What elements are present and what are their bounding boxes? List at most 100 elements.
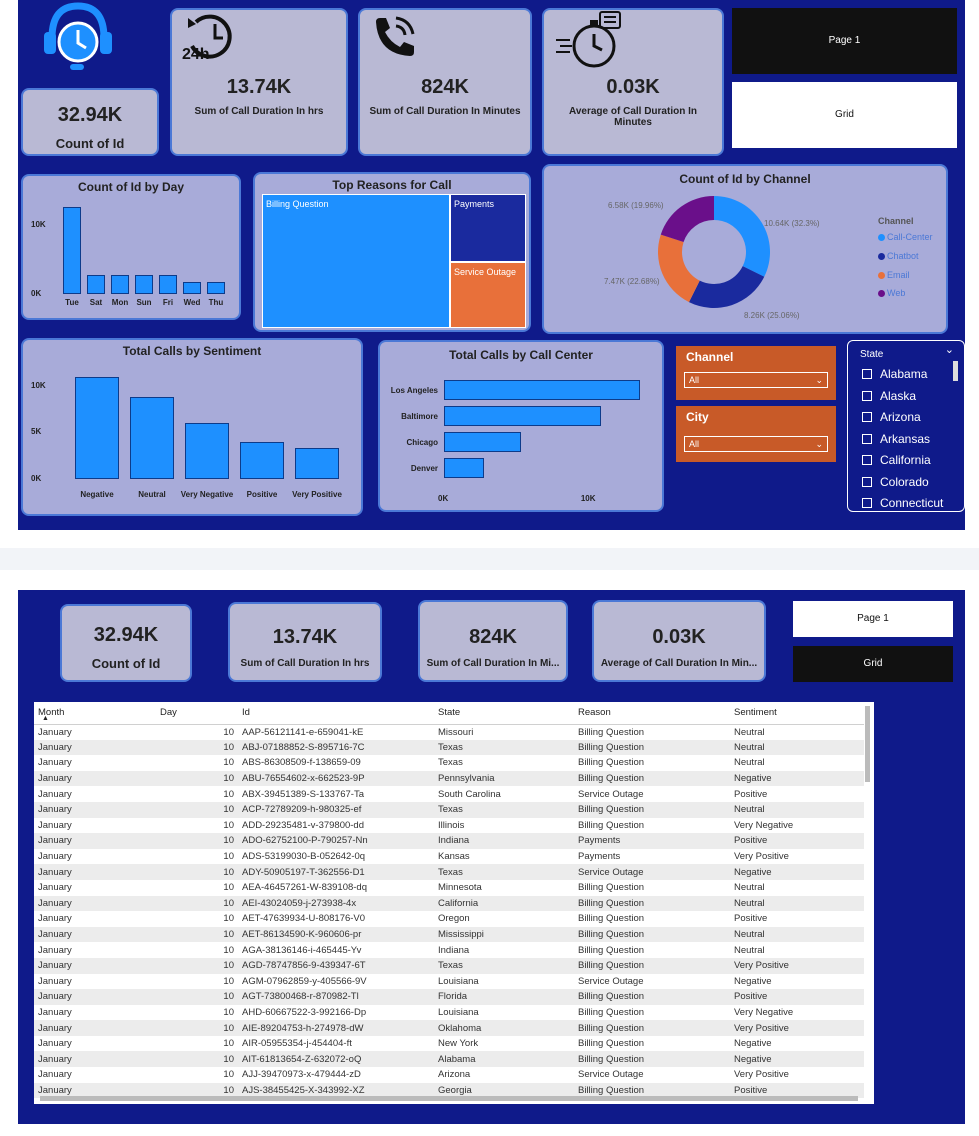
- header-label: State: [438, 707, 461, 719]
- state-item-arkansas[interactable]: Arkansas: [862, 432, 930, 446]
- donut-slice-email[interactable]: [658, 234, 700, 303]
- table-row[interactable]: January 10 ACP-72789209-h-980325-ef Texas Bi…: [34, 801, 864, 818]
- bar-negative[interactable]: [75, 376, 119, 479]
- state-item-alabama[interactable]: Alabama: [862, 367, 927, 381]
- bar-mon[interactable]: [111, 274, 129, 294]
- table-row[interactable]: January 10 AEI-43024059-j-273938-4x Califor…: [34, 895, 864, 912]
- col-header-sentiment[interactable]: Sentiment: [730, 702, 864, 725]
- legend-call-center[interactable]: Call-Center: [878, 232, 933, 242]
- bar-chicago[interactable]: [444, 432, 522, 452]
- table-row[interactable]: January 10 ADS-53199030-B-052642-0q Kansas P…: [34, 849, 864, 865]
- table-cell-day: 10: [223, 944, 234, 956]
- table-cell-state: Pennsylvania: [434, 770, 574, 787]
- table-row[interactable]: January 10 AAP-56121141-e-659041-kE Missour…: [34, 724, 864, 740]
- grid-grid-nav-button[interactable]: Grid: [793, 646, 953, 682]
- bar-fri[interactable]: [159, 275, 177, 294]
- col-header-id[interactable]: Id: [238, 702, 434, 725]
- kpi-label: Count of Id: [55, 136, 125, 151]
- table-row[interactable]: January 10 ABX-39451389-S-133767-Ta South C…: [34, 786, 864, 802]
- table-row[interactable]: January 10 ADY-50905197-T-362556-D1 Texas Se…: [34, 864, 864, 880]
- table-cell-sentiment: Very Positive: [730, 957, 864, 974]
- checkbox[interactable]: [862, 477, 872, 487]
- slicer-scrollbar[interactable]: [953, 361, 958, 381]
- col-header-day[interactable]: Day: [156, 702, 238, 725]
- table-cell-sentiment: Very Negative: [734, 1006, 794, 1018]
- legend-email[interactable]: Email: [878, 270, 910, 280]
- bar-sat[interactable]: [87, 274, 105, 294]
- table-row[interactable]: January 10 ADD-29235481-v-379800-dd Illinoi…: [34, 818, 864, 834]
- donut-slice-web[interactable]: [660, 196, 714, 243]
- treemap-billing-question[interactable]: Billing Question: [262, 194, 450, 328]
- bar-thu[interactable]: [207, 282, 225, 294]
- table-row[interactable]: January 10 AET-47639934-U-808176-V0 Oregon B…: [34, 911, 864, 927]
- legend-web[interactable]: Web: [878, 288, 905, 298]
- bar-positive[interactable]: [240, 441, 284, 479]
- table-cell-day: 10: [156, 1020, 238, 1036]
- treemap-service-outage[interactable]: Service Outage: [450, 262, 526, 328]
- checkbox[interactable]: [862, 434, 872, 444]
- table-row[interactable]: January 10 ABU-76554602-x-662523-9P Pennsyl…: [34, 770, 864, 787]
- table-row[interactable]: January 10 AIR-05955354-j-454404-ft New Yor…: [34, 1036, 864, 1052]
- city-dropdown[interactable]: All ⌄: [684, 436, 828, 452]
- checkbox[interactable]: [862, 455, 872, 465]
- state-item-connecticut[interactable]: Connecticut: [862, 496, 943, 510]
- table-row[interactable]: January 10 AIE-89204753-h-274978-dW Oklahom…: [34, 1020, 864, 1036]
- checkbox[interactable]: [862, 412, 872, 422]
- table-cell-reason: Billing Question: [574, 895, 730, 912]
- donut-slice-chatbot[interactable]: [689, 266, 765, 308]
- table-cell-id: AET-47639934-U-808176-V0: [242, 913, 366, 925]
- bar-tue[interactable]: [63, 207, 81, 294]
- kpi-value: 824K: [421, 76, 469, 98]
- grid-page1-nav-button[interactable]: Page 1: [793, 601, 953, 637]
- bar-very-positive[interactable]: [295, 448, 339, 479]
- channel-dropdown[interactable]: All ⌄: [684, 372, 828, 388]
- table-row[interactable]: January 10 AJJ-39470973-x-479444-zD Arizona…: [34, 1067, 864, 1083]
- bar-wed[interactable]: [183, 282, 201, 294]
- bar-denver[interactable]: [444, 458, 484, 478]
- donut-slice-call-center[interactable]: [714, 196, 770, 277]
- table-cell-sentiment: Very Positive: [734, 1069, 789, 1081]
- bar-neutral[interactable]: [130, 397, 174, 479]
- table-cell-reason: Billing Question: [578, 882, 645, 894]
- grid-kpi-count-of-id: 32.94K Count of Id: [60, 604, 192, 682]
- table-row[interactable]: January 10 ABJ-07188852-S-895716-7C Texas Bi…: [34, 739, 864, 756]
- checkbox[interactable]: [862, 391, 872, 401]
- page1-nav-button[interactable]: Page 1: [732, 8, 957, 74]
- table-row[interactable]: January 10 AIT-61813654-Z-632072-oQ Alabama…: [34, 1051, 864, 1068]
- table-row[interactable]: January 10 AGD-78747856-9-439347-6T Texas Bi…: [34, 957, 864, 974]
- bar-sun[interactable]: [135, 274, 153, 294]
- checkbox[interactable]: [862, 498, 872, 508]
- col-header-month[interactable]: Month ▲: [34, 702, 156, 725]
- grid-nav-button[interactable]: Grid: [732, 82, 957, 148]
- bar-baltimore[interactable]: [444, 406, 602, 426]
- state-item-arizona[interactable]: Arizona: [862, 410, 921, 424]
- bar-very-negative[interactable]: [185, 423, 229, 479]
- table-cell-id: AGA-38136146-i-465445-Yv: [242, 944, 362, 956]
- table-row[interactable]: January 10 ABS-86308509-f-138659-09 Texas Bi…: [34, 755, 864, 771]
- chart-count-by-day: Count of Id by Day 10K 0K Tue Sat Mon Sun Fri W…: [21, 174, 241, 320]
- table-row[interactable]: January 10 AET-86134590-K-960606-pr Mississ…: [34, 926, 864, 943]
- col-header-state[interactable]: State: [434, 702, 574, 725]
- state-item-alaska[interactable]: Alaska: [862, 389, 916, 403]
- treemap-payments[interactable]: Payments: [450, 194, 526, 262]
- table-row[interactable]: January 10 AGA-38136146-i-465445-Yv Indiana…: [34, 942, 864, 958]
- kpi-average-duration: 0.03K Average of Call Duration In Minute…: [542, 8, 724, 156]
- chevron-down-icon[interactable]: ⌄: [945, 343, 954, 356]
- kpi-label: Average of Call Duration In Minutes: [569, 106, 697, 128]
- state-item-colorado[interactable]: Colorado: [862, 475, 929, 489]
- bar-los-angeles[interactable]: [444, 380, 640, 400]
- table-row[interactable]: January 10 AEA-46457261-W-839108-dq Minneso…: [34, 880, 864, 896]
- state-item-california[interactable]: California: [862, 453, 931, 467]
- checkbox[interactable]: [862, 369, 872, 379]
- col-header-reason[interactable]: Reason: [574, 702, 730, 725]
- legend-chatbot[interactable]: Chatbot: [878, 251, 919, 261]
- table-row[interactable]: January 10 AGM-07962859-y-405566-9V Louisia…: [34, 974, 864, 990]
- horizontal-scrollbar[interactable]: [40, 1096, 858, 1101]
- state-label: California: [880, 453, 931, 467]
- table-row[interactable]: January 10 AGT-73800468-r-870982-Tl Florida…: [34, 989, 864, 1005]
- table-row[interactable]: January 10 AHD-60667522-3-992166-Dp Louisia…: [34, 1005, 864, 1021]
- table-row[interactable]: January 10 ADO-62752100-P-790257-Nn Indiana…: [34, 833, 864, 849]
- vertical-scrollbar[interactable]: [865, 706, 870, 782]
- table-cell-reason: Billing Question: [574, 957, 730, 974]
- grid-kpi-duration-minutes: 824K Sum of Call Duration In Mi...: [418, 600, 568, 682]
